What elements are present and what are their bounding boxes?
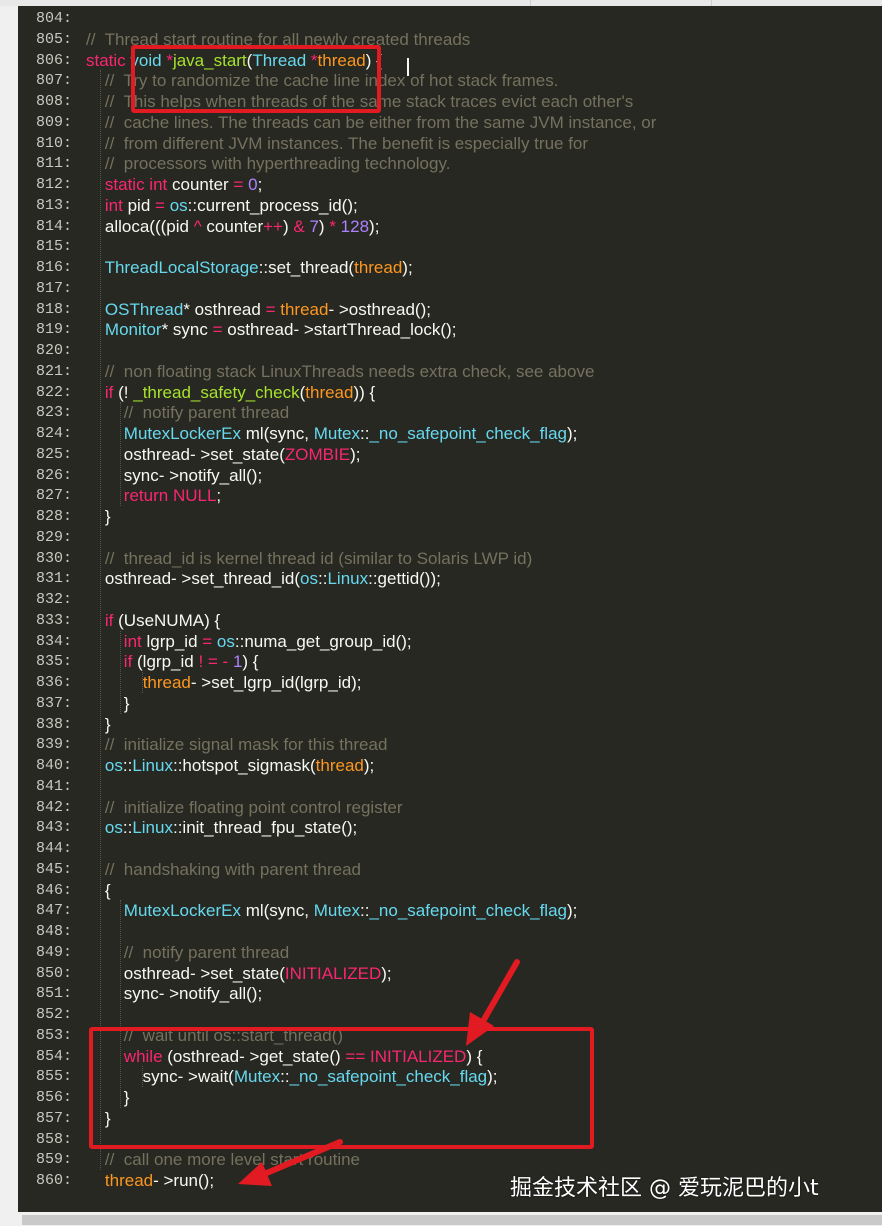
- arrow-to-wait-loop: [466, 959, 520, 1046]
- watermark-text: 掘金技术社区 @ 爱玩泥巴的小t: [510, 1176, 819, 1201]
- scrollbar-thumb[interactable]: [22, 1215, 882, 1225]
- arrow-to-run-call: [238, 1139, 343, 1186]
- horizontal-scrollbar[interactable]: [0, 1212, 882, 1226]
- annotation-arrows: [238, 959, 520, 1186]
